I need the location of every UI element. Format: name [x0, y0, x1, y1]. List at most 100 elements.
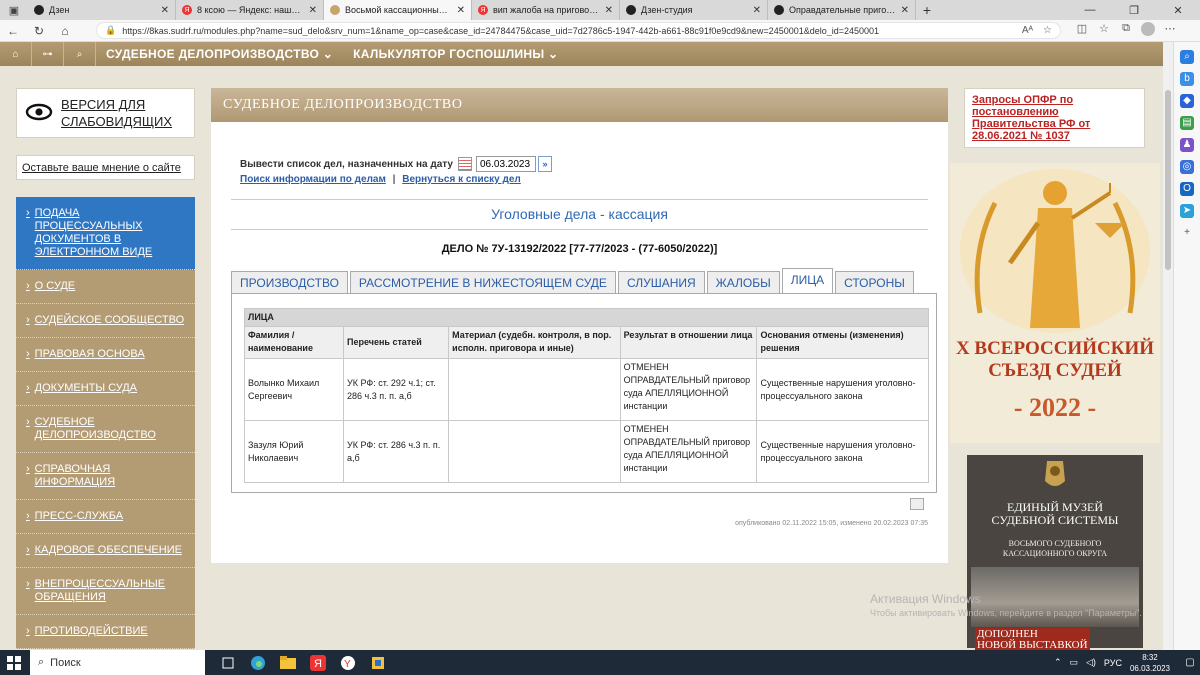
new-tab-icon[interactable]: +: [916, 0, 938, 20]
taskbar-apps: Я Y: [213, 650, 393, 675]
case-tabs: ПРОИЗВОДСТВО РАССМОТРЕНИЕ В НИЖЕСТОЯЩЕМ …: [231, 268, 916, 295]
menu-item-judicial-community[interactable]: › СУДЕЙСКОЕ СООБЩЕСТВО: [16, 304, 195, 338]
back-arrow-icon[interactable]: ←: [0, 24, 26, 38]
tab-parties[interactable]: СТОРОНЫ: [835, 271, 914, 295]
url-text[interactable]: https://8kas.sudrf.ru/modules.php?name=s…: [122, 26, 1012, 36]
more-menu-icon[interactable]: ⋯: [1159, 22, 1181, 39]
print-icon[interactable]: [910, 498, 924, 510]
windows-start-icon[interactable]: [0, 655, 28, 670]
office-icon[interactable]: ◎: [1180, 160, 1194, 174]
feedback-link[interactable]: Оставьте ваше мнение о сайте: [16, 155, 195, 180]
chevron-right-icon: ›: [26, 463, 30, 475]
close-icon[interactable]: ✕: [457, 5, 465, 16]
tab-proceedings[interactable]: ПРОИЗВОДСТВО: [231, 271, 348, 295]
browser-tab[interactable]: Оправдательные приговоры по ✕: [768, 0, 916, 20]
yandex-icon[interactable]: Я: [303, 650, 333, 675]
language-indicator[interactable]: РУС: [1104, 658, 1122, 668]
browser-tab[interactable]: Я 8 ксою — Яндекс: нашлось 6 м ✕: [176, 0, 324, 20]
speaker-icon[interactable]: ◁): [1086, 657, 1096, 668]
home-icon[interactable]: ⌂: [0, 42, 32, 66]
browser-tab-active[interactable]: Восьмой кассационный суд об ✕: [324, 0, 472, 20]
persons-table: ЛИЦА Фамилия / наименование Перечень ста…: [243, 308, 929, 483]
favorites-icon[interactable]: ☆: [1093, 22, 1115, 39]
reload-icon[interactable]: ↻: [26, 24, 52, 38]
edge-icon[interactable]: [243, 650, 273, 675]
app-icon[interactable]: [363, 650, 393, 675]
opfr-requests-link[interactable]: Запросы ОПФР по постановлению Правительс…: [964, 88, 1145, 148]
profile-avatar[interactable]: [1137, 22, 1159, 39]
menu-item-legal-basis[interactable]: › ПРАВОВАЯ ОСНОВА: [16, 338, 195, 372]
case-search-link[interactable]: Поиск информации по делам: [240, 174, 386, 185]
shopping-tag-icon[interactable]: ◆: [1180, 94, 1194, 108]
browser-tab[interactable]: Дзен ✕: [28, 0, 176, 20]
scrollbar-thumb[interactable]: [1165, 90, 1171, 270]
tab-complaints[interactable]: ЖАЛОБЫ: [706, 271, 780, 295]
close-icon[interactable]: ✕: [161, 5, 169, 16]
browser-tab[interactable]: Дзен-студия ✕: [620, 0, 768, 20]
tab-actions-icon[interactable]: ▣: [0, 0, 28, 20]
telegram-icon[interactable]: ➤: [1180, 204, 1194, 218]
close-icon[interactable]: ✕: [753, 5, 761, 16]
lock-icon[interactable]: 🔒: [105, 25, 116, 36]
collections-icon[interactable]: ⧉: [1115, 22, 1137, 39]
tab-persons[interactable]: ЛИЦА: [781, 268, 834, 295]
menu-item-court-documents[interactable]: › ДОКУМЕНТЫ СУДА: [16, 372, 195, 406]
tab-lower-court[interactable]: РАССМОТРЕНИЕ В НИЖЕСТОЯЩЕМ СУДЕ: [349, 271, 616, 295]
menu-item-about-court[interactable]: › О СУДЕ: [16, 270, 195, 304]
menu-item-press-service[interactable]: › ПРЕСС-СЛУЖБА: [16, 500, 195, 534]
favorite-star-icon[interactable]: ☆: [1043, 25, 1052, 36]
menu-item-court-proceedings[interactable]: › СУДЕБНОЕ ДЕЛОПРОИЗВОДСТВО: [16, 406, 195, 453]
tools-icon[interactable]: ▤: [1180, 116, 1194, 130]
tab-hearings[interactable]: СЛУШАНИЯ: [617, 271, 705, 295]
site-nav-bar: ⌂ ⊶ ⌕ СУДЕБНОЕ ДЕЛОПРОИЗВОДСТВО ⌄ КАЛЬКУ…: [0, 42, 1163, 66]
page-scrollbar[interactable]: [1163, 42, 1173, 650]
network-icon[interactable]: ▭: [1069, 657, 1078, 668]
left-menu: › ПОДАЧА ПРОЦЕССУАЛЬНЫХ ДОКУМЕНТОВ В ЭЛЕК…: [16, 197, 195, 649]
read-aloud-icon[interactable]: Aᴬ: [1022, 25, 1033, 36]
go-arrows-icon[interactable]: »: [537, 156, 552, 172]
home-icon[interactable]: ⌂: [52, 24, 78, 38]
chevron-up-icon[interactable]: ⌃: [1054, 657, 1062, 668]
taskbar-search[interactable]: ⌕ Поиск: [30, 650, 205, 675]
menu-item-staffing[interactable]: › КАДРОВОЕ ОБЕСПЕЧЕНИЕ: [16, 534, 195, 568]
menu-item-reference-info[interactable]: › СПРАВОЧНАЯ ИНФОРМАЦИЯ: [16, 453, 195, 500]
minimize-icon[interactable]: —: [1068, 0, 1112, 20]
outlook-icon[interactable]: O: [1180, 182, 1194, 196]
congress-banner[interactable]: X ВСЕРОССИЙСКИЙ СЪЕЗД СУДЕЙ - 2022 -: [950, 163, 1160, 443]
maximize-icon[interactable]: ❐: [1112, 0, 1156, 20]
search-icon[interactable]: ⌕: [64, 42, 96, 66]
task-view-icon[interactable]: [213, 650, 243, 675]
file-explorer-icon[interactable]: [273, 650, 303, 675]
clock[interactable]: 8:32 06.03.2023: [1130, 652, 1170, 674]
close-icon[interactable]: ✕: [901, 5, 909, 16]
low-vision-version-button[interactable]: ВЕРСИЯ ДЛЯ СЛАБОВИДЯЩИХ: [16, 88, 195, 138]
link-separator: |: [392, 174, 396, 185]
notifications-icon[interactable]: ▢: [1180, 657, 1200, 668]
split-screen-icon[interactable]: ◫: [1071, 22, 1093, 39]
nav-item-fee-calculator[interactable]: КАЛЬКУЛЯТОР ГОСПОШЛИНЫ ⌄: [343, 47, 568, 61]
date-input[interactable]: [475, 156, 536, 172]
sitemap-icon[interactable]: ⊶: [32, 42, 64, 66]
back-to-list-link[interactable]: Вернуться к списку дел: [402, 174, 521, 185]
calendar-icon[interactable]: [457, 157, 472, 171]
museum-banner[interactable]: ЕДИНЫЙ МУЗЕЙ СУДЕБНОЙ СИСТЕМЫ ВОСЬМОГО С…: [965, 453, 1145, 652]
bing-icon[interactable]: b: [1180, 72, 1194, 86]
close-icon[interactable]: ✕: [605, 5, 613, 16]
column-header: Материал (судебн. контроля, в пор. испол…: [448, 326, 621, 359]
close-icon[interactable]: ✕: [309, 5, 317, 16]
result: ОТМЕНЕН ОПРАВДАТЕЛЬНЫЙ приговор суда АПЕ…: [619, 358, 758, 421]
yandex-browser-icon[interactable]: Y: [333, 650, 363, 675]
yandex-icon: Я: [478, 5, 488, 15]
browser-tab[interactable]: Я вип жалоба на приговор — Ян ✕: [472, 0, 620, 20]
menu-item-counteraction[interactable]: › ПРОТИВОДЕЙСТВИЕ: [16, 615, 195, 649]
menu-item-extra-procedural-appeals[interactable]: › ВНЕПРОЦЕССУАЛЬНЫЕ ОБРАЩЕНИЯ: [16, 568, 195, 615]
close-window-icon[interactable]: ✕: [1156, 0, 1200, 20]
search-icon[interactable]: ⌕: [1180, 50, 1194, 64]
nav-item-court-proceedings[interactable]: СУДЕБНОЕ ДЕЛОПРОИЗВОДСТВО ⌄: [96, 47, 343, 61]
games-icon[interactable]: ♟: [1180, 138, 1194, 152]
column-header: Перечень статей: [343, 326, 450, 359]
url-field[interactable]: 🔒 https://8kas.sudrf.ru/modules.php?name…: [96, 22, 1061, 39]
add-icon[interactable]: +: [1180, 226, 1194, 240]
table-header-row: Фамилия / наименование Перечень статей М…: [243, 326, 929, 359]
menu-item-electronic-submission[interactable]: › ПОДАЧА ПРОЦЕССУАЛЬНЫХ ДОКУМЕНТОВ В ЭЛЕК…: [16, 197, 195, 270]
